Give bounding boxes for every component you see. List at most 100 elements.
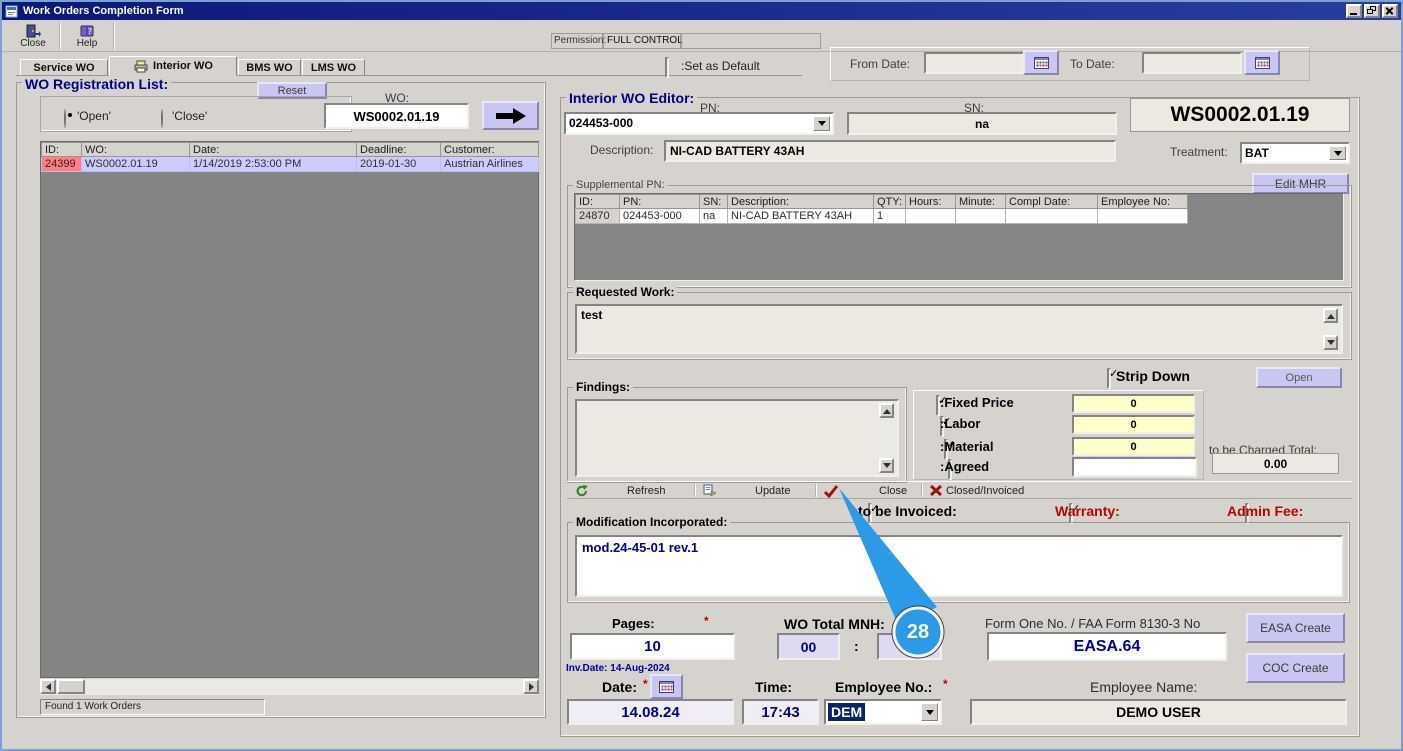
supp-col-qty[interactable]: QTY: [873, 194, 906, 209]
supp-col-sn[interactable]: SN: [699, 194, 728, 209]
restore-icon[interactable] [1364, 4, 1380, 18]
supp-cell-employee-no[interactable] [1097, 208, 1188, 224]
required-marker: * [943, 677, 948, 691]
app-icon [5, 5, 18, 17]
supp-col-employee-no[interactable]: Employee No: [1097, 194, 1188, 209]
set-as-default-checkbox[interactable] [665, 57, 669, 78]
from-date-calendar-button[interactable] [1023, 50, 1059, 75]
to-date-input[interactable] [1142, 52, 1242, 74]
close-wo-button[interactable]: Close [823, 483, 907, 498]
close-button[interactable]: Close [10, 22, 56, 50]
radio-open-label: 'Open' [77, 109, 111, 123]
agreed-input[interactable] [1072, 457, 1197, 477]
scroll-up-icon[interactable] [879, 403, 894, 418]
vertical-scrollbar[interactable] [879, 403, 895, 473]
supp-cell-pn[interactable]: 024453-000 [619, 208, 700, 224]
time-input[interactable]: 17:43 [742, 699, 819, 725]
col-header-wo[interactable]: WO: [81, 142, 190, 157]
employee-no-combobox[interactable]: DEM [824, 699, 942, 725]
coc-create-button[interactable]: COC Create [1246, 653, 1345, 683]
radio-close[interactable] [161, 109, 163, 128]
chevron-down-icon[interactable] [813, 116, 830, 131]
supp-col-description[interactable]: Description: [727, 194, 874, 209]
toolbar-separator [921, 484, 923, 497]
cell-wo[interactable]: WS0002.01.19 [81, 156, 190, 172]
supp-col-hours[interactable]: Hours: [905, 194, 956, 209]
to-date-calendar-button[interactable] [1244, 50, 1280, 75]
easa-create-button[interactable]: EASA Create [1246, 613, 1345, 643]
table-row[interactable]: 24870 024453-000 na NI-CAD BATTERY 43AH … [575, 208, 1188, 224]
labor-input[interactable]: 0 [1072, 415, 1195, 434]
wo-search-input[interactable]: WS0002.01.19 [324, 103, 469, 129]
update-button[interactable]: Update [703, 483, 790, 498]
strip-down-checkbox[interactable] [1107, 368, 1111, 389]
scroll-up-icon[interactable] [1323, 308, 1338, 323]
treatment-combobox[interactable]: BAT [1240, 142, 1350, 164]
reset-button-label: Reset [277, 84, 307, 97]
closed-invoiced-button[interactable]: Closed/Invoiced [929, 483, 1024, 498]
radio-open[interactable] [64, 109, 66, 128]
cell-customer[interactable]: Austrian Airlines [440, 156, 539, 172]
vertical-scrollbar[interactable] [1323, 308, 1339, 350]
help-button[interactable]: ? Help [64, 22, 110, 50]
material-input[interactable]: 0 [1072, 437, 1195, 456]
open-button[interactable]: Open [1256, 367, 1342, 388]
supp-col-compl-date[interactable]: Compl Date: [1005, 194, 1098, 209]
pn-combobox[interactable]: 024453-000 [564, 112, 834, 135]
scrollbar-thumb[interactable] [57, 679, 85, 694]
tab-interior-wo[interactable]: Interior WO [109, 56, 237, 76]
from-date-input[interactable] [924, 52, 1024, 74]
supplemental-pn-title: Supplemental PN: [573, 179, 668, 191]
scroll-right-icon[interactable] [523, 679, 539, 694]
supp-cell-qty[interactable]: 1 [873, 208, 906, 224]
wo-registration-table[interactable]: ID: WO: Date: Deadline: Customer: 24399 … [40, 141, 539, 678]
col-header-customer[interactable]: Customer: [440, 142, 539, 157]
tab-lms-wo[interactable]: LMS WO [302, 59, 365, 76]
modification-textarea[interactable]: mod.24-45-01 rev.1 [575, 535, 1343, 597]
supplemental-pn-table[interactable]: ID: PN: SN: Description: QTY: Hours: Min… [574, 193, 1344, 281]
cell-deadline[interactable]: 2019-01-30 [356, 156, 441, 172]
refresh-button[interactable]: Refresh [575, 483, 666, 498]
supp-col-id[interactable]: ID: [575, 194, 620, 209]
close-window-icon[interactable] [1382, 4, 1398, 18]
fixed-price-input[interactable]: 0 [1072, 394, 1195, 413]
table-row[interactable]: 24399 WS0002.01.19 1/14/2019 2:53:00 PM … [41, 156, 539, 172]
pages-input[interactable]: 10 [570, 633, 735, 660]
horizontal-scrollbar[interactable] [40, 679, 539, 695]
requested-work-textarea[interactable]: test [575, 304, 1343, 354]
modification-value: mod.24-45-01 rev.1 [582, 540, 699, 555]
col-header-id[interactable]: ID: [41, 142, 82, 157]
date-calendar-button[interactable] [650, 674, 683, 699]
window-title: Work Orders Completion Form [23, 5, 184, 17]
chevron-down-icon[interactable] [921, 703, 938, 721]
wo-total-minutes-input[interactable]: 00 [877, 633, 942, 660]
col-header-date[interactable]: Date: [189, 142, 357, 157]
supp-cell-hours[interactable] [905, 208, 956, 224]
set-as-default-label: :Set as Default [681, 59, 760, 73]
scroll-down-icon[interactable] [1323, 335, 1338, 350]
findings-textarea[interactable] [575, 399, 899, 477]
supp-cell-id[interactable]: 24870 [575, 208, 620, 224]
tab-service-wo[interactable]: Service WO [20, 59, 108, 76]
tab-bms-wo[interactable]: BMS WO [238, 59, 301, 76]
chevron-down-icon[interactable] [1329, 146, 1346, 160]
date-input[interactable]: 14.08.24 [567, 699, 734, 725]
supp-cell-sn[interactable]: na [699, 208, 728, 224]
supp-cell-description[interactable]: NI-CAD BATTERY 43AH [727, 208, 874, 224]
cell-id[interactable]: 24399 [41, 156, 82, 172]
sn-field[interactable]: na [847, 112, 1117, 135]
go-arrow-button[interactable] [482, 101, 539, 130]
col-header-deadline[interactable]: Deadline: [356, 142, 441, 157]
supp-cell-minute[interactable] [955, 208, 1006, 224]
tab-label: LMS WO [310, 61, 357, 74]
description-field[interactable]: NI-CAD BATTERY 43AH [664, 140, 1116, 162]
wo-total-hours-input[interactable]: 00 [777, 633, 840, 660]
scroll-left-icon[interactable] [40, 679, 56, 694]
form-one-input[interactable]: EASA.64 [987, 632, 1227, 661]
scroll-down-icon[interactable] [879, 458, 894, 473]
supp-col-pn[interactable]: PN: [619, 194, 700, 209]
cell-date[interactable]: 1/14/2019 2:53:00 PM [189, 156, 357, 172]
minimize-icon[interactable] [1346, 4, 1362, 18]
supp-col-minute[interactable]: Minute: [955, 194, 1006, 209]
supp-cell-compl-date[interactable] [1005, 208, 1098, 224]
